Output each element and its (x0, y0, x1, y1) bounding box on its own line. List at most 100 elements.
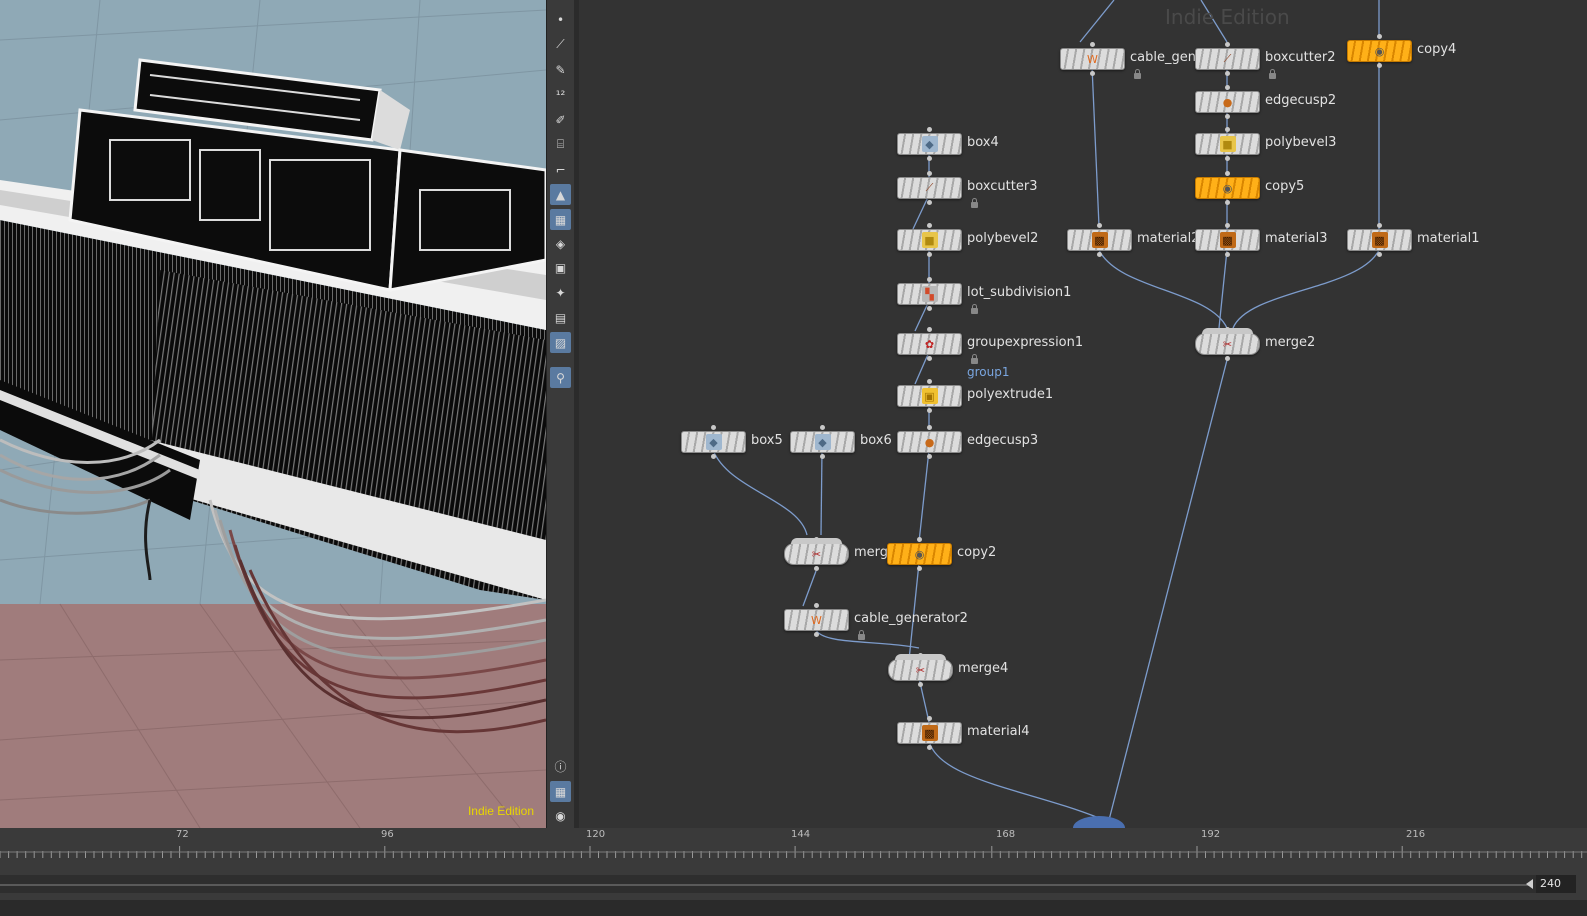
timeline-bar[interactable]: 72 96 120 144 168 192 216 240 (0, 828, 1587, 916)
pen-icon[interactable]: ✎ (550, 59, 571, 80)
scene-viewport[interactable]: Indie Edition (0, 0, 546, 828)
node-merge3[interactable]: ✂ (784, 537, 849, 571)
timeline-tick-label: 72 (176, 829, 189, 840)
frame-icon[interactable]: ▣ (550, 257, 571, 278)
node-label-copy4: copy4 (1417, 42, 1457, 57)
node-label-lot_subdivision1: lot_subdivision1 (967, 285, 1072, 300)
node-groupexpression1[interactable]: ✿ (897, 327, 962, 361)
node-polybevel2[interactable]: ■ (897, 223, 962, 257)
node-material3[interactable]: ▩ (1195, 223, 1260, 257)
node-label-boxcutter3: boxcutter3 (967, 179, 1038, 194)
node-edgecusp3[interactable]: ● (897, 425, 962, 459)
box-node-icon: ◆ (814, 434, 831, 450)
node-label-box4: box4 (967, 135, 999, 150)
merge-node-icon: ✂ (811, 547, 822, 561)
range-end-handle[interactable] (1526, 879, 1533, 889)
corner-icon[interactable]: ⌐ (550, 159, 571, 180)
merge-node-icon: ✂ (1222, 337, 1233, 351)
node-label-edgecusp3: edgecusp3 (967, 433, 1039, 448)
node-label-copy2: copy2 (957, 545, 997, 560)
node-box5[interactable]: ◆ (681, 425, 746, 459)
timeline-tick-label: 216 (1406, 829, 1426, 840)
node-polybevel3[interactable]: ■ (1195, 127, 1260, 161)
grid-icon[interactable]: ▦ (550, 781, 571, 802)
viewport-scene (0, 0, 546, 828)
node-lot_subdivision1[interactable]: ▚ (897, 277, 962, 311)
node-cable_gene[interactable]: W (1060, 42, 1125, 76)
node-label-material2: material2 (1137, 231, 1200, 246)
node-cable_generator2[interactable]: W (784, 603, 849, 637)
info-icon[interactable]: ⓘ (550, 756, 571, 777)
node-merge2[interactable]: ✂ (1195, 327, 1260, 361)
cutter-node-icon: ⟋ (925, 181, 934, 194)
edgecusp-node-icon: ● (1222, 95, 1233, 109)
material-node-icon: ▩ (1091, 232, 1108, 248)
node-label-material1: material1 (1417, 231, 1480, 246)
node-network-editor[interactable]: Indie Edition Wcable_gene ⟋ boxcutter2 ◉ cop… (579, 0, 1587, 828)
node-box6[interactable]: ◆ (790, 425, 855, 459)
lot-node-icon: ▚ (921, 286, 938, 302)
timeline-tick-label: 168 (996, 829, 1016, 840)
merge-node-icon: ✂ (915, 663, 926, 677)
material-node-icon: ▩ (921, 725, 938, 741)
timeline-tick-label: 96 (381, 829, 394, 840)
lock-icon (1269, 69, 1276, 79)
frame-range-slider[interactable] (0, 875, 1540, 893)
node-material1[interactable]: ▩ (1347, 223, 1412, 257)
node-polyextrude1[interactable]: ▣ (897, 379, 962, 413)
cable-node-icon: W (811, 613, 822, 627)
end-frame-field[interactable]: 240 (1536, 875, 1576, 893)
camera-icon[interactable]: ▲ (550, 184, 571, 205)
line-icon[interactable]: ⟋ (550, 34, 571, 55)
lock-icon (858, 630, 865, 640)
cutter-node-icon: ⟋ (1223, 52, 1232, 65)
light-icon[interactable]: ✦ (550, 282, 571, 303)
pin-icon[interactable]: ⚲ (550, 367, 571, 388)
eye-icon[interactable]: ◉ (550, 805, 571, 826)
node-copy2[interactable]: ◉ (887, 537, 952, 571)
node-copy5[interactable]: ◉ (1195, 171, 1260, 205)
node-label-polyextrude1: polyextrude1 (967, 387, 1054, 402)
group-label[interactable]: group1 (967, 365, 1010, 379)
cable-node-icon: W (1087, 52, 1098, 66)
node-label-cable_generator2: cable_generator2 (854, 611, 968, 626)
node-material2[interactable]: ▩ (1067, 223, 1132, 257)
node-label-box5: box5 (751, 433, 783, 448)
edgecusp-node-icon: ● (924, 435, 935, 449)
bevel-node-icon: ■ (921, 232, 938, 248)
node-copy4[interactable]: ◉ (1347, 34, 1412, 68)
viewport-toolbar: • ⟋ ✎ ¹² ✐ ⌸ ⌐ ▲ ▦ ◈ ▣ ✦ ▤ ▨ ⚲ ⓘ ▦ ◉ (546, 0, 575, 828)
node-label-cable_gene: cable_gene (1130, 50, 1196, 65)
timeline-tick-label: 192 (1201, 829, 1221, 840)
node-label-groupexpression1: groupexpression1 (967, 335, 1084, 350)
node-edgecusp2[interactable]: ● (1195, 85, 1260, 119)
group-node-icon: ✿ (924, 337, 935, 351)
node-boxcutter3[interactable]: ⟋ (897, 171, 962, 205)
brush-icon[interactable]: ✐ (550, 109, 571, 130)
node-material4[interactable]: ▩ (897, 716, 962, 750)
extrude-node-icon: ▣ (921, 388, 938, 404)
node-boxcutter2[interactable]: ⟋ (1195, 42, 1260, 76)
stamp-icon[interactable]: ⌸ (550, 134, 571, 155)
measure-icon[interactable]: ¹² (550, 84, 571, 105)
node-merge4[interactable]: ✂ (888, 653, 953, 687)
lock-icon (1134, 69, 1141, 79)
copy-node-icon: ◉ (1374, 44, 1385, 58)
node-box4[interactable]: ◆ (897, 127, 962, 161)
layer-icon[interactable]: ◈ (550, 233, 571, 254)
material-node-icon: ▩ (1371, 232, 1388, 248)
background-icon[interactable]: ▨ (550, 332, 571, 353)
node-label-polybevel2: polybevel2 (967, 231, 1039, 246)
node-label-edgecusp2: edgecusp2 (1265, 93, 1337, 108)
node-label-boxcutter2: boxcutter2 (1265, 50, 1336, 65)
timeline-ticks (0, 846, 1587, 858)
texture-icon[interactable]: ▦ (550, 209, 571, 230)
material-node-icon: ▩ (1219, 232, 1236, 248)
timeline-tick-label: 144 (791, 829, 811, 840)
point-icon[interactable]: • (550, 9, 571, 30)
lock-icon (971, 354, 978, 364)
network-watermark: Indie Edition (1165, 5, 1290, 29)
lock-icon (971, 198, 978, 208)
node-label-merge2: merge2 (1265, 335, 1316, 350)
display-icon[interactable]: ▤ (550, 307, 571, 328)
